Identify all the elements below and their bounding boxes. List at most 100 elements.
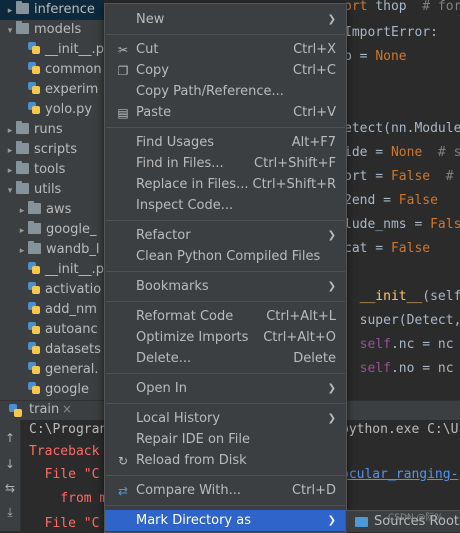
- tree-item[interactable]: ▸ google_: [0, 220, 97, 240]
- menu-item-bookmarks[interactable]: Bookmarks ❯: [105, 276, 346, 297]
- menu-item-cut[interactable]: ✂ Cut Ctrl+X: [105, 39, 346, 60]
- tree-item[interactable]: common: [0, 60, 102, 80]
- tree-item-label: models: [34, 22, 82, 37]
- tree-item[interactable]: activatio: [0, 280, 101, 300]
- tree-item-label: autoanc: [45, 322, 98, 337]
- tree-item[interactable]: ▸ scripts: [0, 140, 77, 160]
- tree-item[interactable]: __init__.p: [0, 260, 104, 280]
- python-file-icon: [28, 262, 40, 274]
- tree-item[interactable]: datasets: [0, 340, 101, 360]
- python-file-icon: [28, 342, 40, 354]
- menu-item-inspect-code[interactable]: Inspect Code...: [105, 195, 346, 216]
- chevron-right-icon[interactable]: ▸: [4, 161, 16, 181]
- tree-item[interactable]: ▸ inference: [0, 0, 104, 20]
- tree-item[interactable]: __init__.p: [0, 40, 104, 60]
- menu-separator: [106, 127, 345, 128]
- menu-item-copy[interactable]: ❐ Copy Ctrl+C: [105, 60, 346, 81]
- menu-item-label: Find in Files...: [136, 156, 224, 171]
- chevron-right-icon: ❯: [327, 230, 336, 241]
- scroll-to-end-icon[interactable]: ⤓: [2, 504, 18, 520]
- tree-item-label: inference: [34, 2, 95, 17]
- code-line: super(Detect,: [344, 313, 460, 328]
- chevron-right-icon[interactable]: ▸: [4, 121, 16, 141]
- chevron-right-icon[interactable]: ▸: [16, 201, 28, 221]
- chevron-down-icon[interactable]: ▾: [4, 181, 16, 201]
- menu-item-shortcut: Ctrl+Alt+O: [263, 330, 336, 345]
- python-file-icon: [28, 282, 40, 294]
- menu-item-compare-with[interactable]: ⇄ Compare With... Ctrl+D: [105, 480, 346, 501]
- run-tab-train[interactable]: train: [29, 402, 59, 417]
- menu-item-reload-from-disk[interactable]: ↻ Reload from Disk: [105, 450, 346, 471]
- menu-item-label: Delete...: [136, 351, 192, 366]
- tree-item-label: scripts: [34, 142, 77, 157]
- tree-item-label: yolo.py: [45, 102, 93, 117]
- menu-item-replace-in-files[interactable]: Replace in Files... Ctrl+Shift+R: [105, 174, 346, 195]
- tree-item-label: runs: [34, 122, 63, 137]
- menu-item-shortcut: Alt+F7: [291, 135, 336, 150]
- project-tree: ▸ inference ▾ models __init__.p common experim…: [0, 0, 104, 400]
- tree-item[interactable]: autoanc: [0, 320, 98, 340]
- menu-item-label: Copy Path/Reference...: [136, 84, 284, 99]
- folder-icon: [16, 1, 29, 14]
- console-line: File "C: [29, 467, 100, 482]
- chevron-right-icon[interactable]: ▸: [4, 1, 16, 21]
- menu-item-find-in-files[interactable]: Find in Files... Ctrl+Shift+F: [105, 153, 346, 174]
- tree-item-label: utils: [34, 182, 62, 197]
- menu-separator: [106, 403, 345, 404]
- chevron-right-icon[interactable]: ▸: [4, 141, 16, 161]
- menu-separator: [106, 301, 345, 302]
- console-line: C:\Progran: [29, 422, 108, 437]
- menu-item-reformat-code[interactable]: Reformat Code Ctrl+Alt+L: [105, 306, 346, 327]
- tree-item[interactable]: general.: [0, 360, 99, 380]
- menu-separator: [106, 271, 345, 272]
- menu-item-label: Bookmarks: [136, 279, 209, 294]
- scissors-icon: ✂: [117, 43, 129, 57]
- chevron-right-icon: ❯: [327, 14, 336, 25]
- tree-item[interactable]: ▸ tools: [0, 160, 65, 180]
- tree-item[interactable]: ▾ models: [0, 20, 81, 40]
- close-icon[interactable]: ×: [62, 402, 72, 416]
- menu-item-delete[interactable]: Delete... Delete: [105, 348, 346, 369]
- tree-item[interactable]: ▸ wandb_l: [0, 240, 99, 260]
- menu-item-paste[interactable]: ▤ Paste Ctrl+V: [105, 102, 346, 123]
- tree-item[interactable]: experim: [0, 80, 98, 100]
- soft-wrap-icon[interactable]: ⇆: [2, 480, 18, 496]
- code-line: self.no = nc +: [344, 361, 454, 376]
- menu-item-copy-path-reference[interactable]: Copy Path/Reference...: [105, 81, 346, 102]
- python-file-icon: [28, 362, 40, 374]
- menu-item-clean-python-compiled-files[interactable]: Clean Python Compiled Files: [105, 246, 346, 267]
- menu-item-find-usages[interactable]: Find Usages Alt+F7: [105, 132, 346, 153]
- menu-item-open-in[interactable]: Open In ❯: [105, 378, 346, 399]
- chevron-right-icon: ❯: [327, 383, 336, 394]
- menu-item-shortcut: Ctrl+Shift+R: [252, 177, 337, 192]
- menu-item-refactor[interactable]: Refactor ❯: [105, 225, 346, 246]
- tree-item[interactable]: add_nm: [0, 300, 97, 320]
- menu-item-local-history[interactable]: Local History ❯: [105, 408, 346, 429]
- menu-item-label: Reformat Code: [136, 309, 234, 324]
- menu-separator: [106, 373, 345, 374]
- python-file-icon: [28, 42, 40, 54]
- arrow-up-icon[interactable]: ↑: [2, 430, 18, 446]
- tree-item-label: aws: [46, 202, 72, 217]
- chevron-right-icon[interactable]: ▸: [16, 241, 28, 261]
- chevron-down-icon[interactable]: ▾: [4, 21, 16, 41]
- chevron-right-icon[interactable]: ▸: [16, 221, 28, 241]
- arrow-down-icon[interactable]: ↓: [2, 456, 18, 472]
- folder-icon: [16, 21, 29, 34]
- paste-icon: ▤: [117, 106, 129, 120]
- menu-item-new[interactable]: New ❯: [105, 9, 346, 30]
- tree-item[interactable]: google: [0, 380, 89, 400]
- menu-item-repair-ide-on-file[interactable]: Repair IDE on File: [105, 429, 346, 450]
- tree-item[interactable]: yolo.py: [0, 100, 92, 120]
- menu-item-optimize-imports[interactable]: Optimize Imports Ctrl+Alt+O: [105, 327, 346, 348]
- tree-item[interactable]: ▸ runs: [0, 120, 63, 140]
- console-line[interactable]: ocular_ranging-: [341, 467, 458, 482]
- chevron-right-icon: ❯: [327, 515, 336, 526]
- folder-icon: [16, 181, 29, 194]
- tree-item[interactable]: ▾ utils: [0, 180, 61, 200]
- tree-item-label: add_nm: [45, 302, 97, 317]
- menu-item-mark-directory-as[interactable]: Mark Directory as ❯: [105, 510, 346, 531]
- tree-item[interactable]: ▸ aws: [0, 200, 71, 220]
- menu-item-shortcut: Ctrl+Alt+L: [266, 309, 336, 324]
- tree-item-label: google: [45, 382, 90, 397]
